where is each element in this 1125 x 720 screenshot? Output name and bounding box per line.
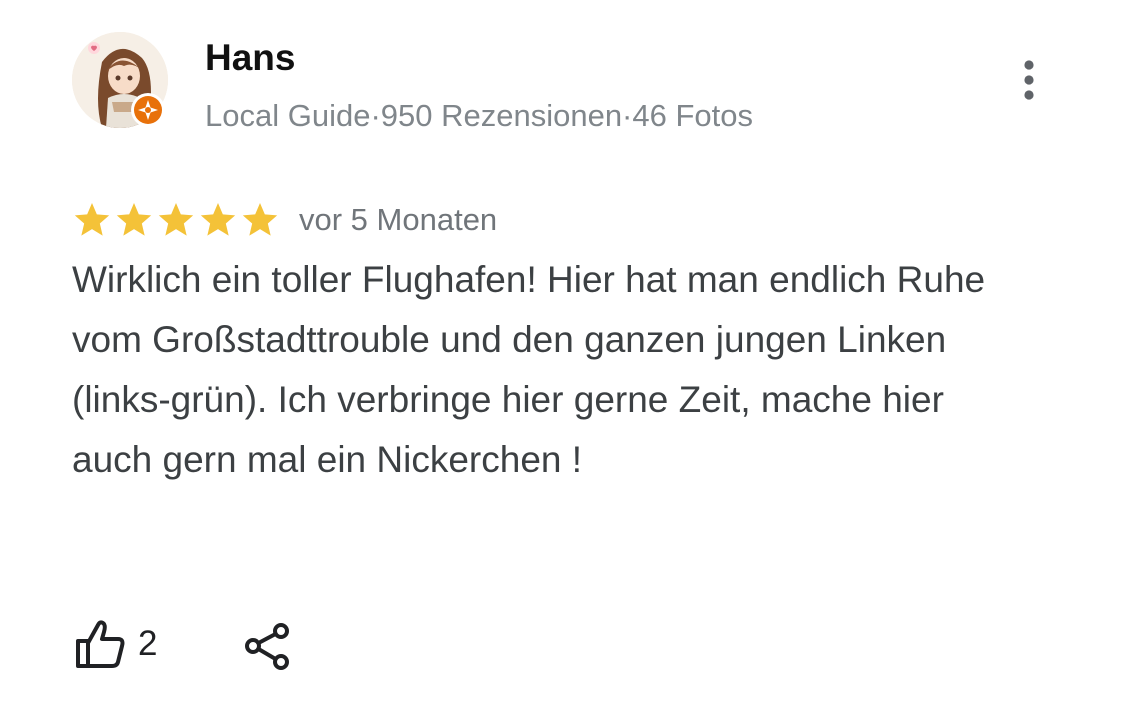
star-icon	[200, 203, 236, 236]
share-button[interactable]	[240, 618, 296, 674]
star-icon	[116, 203, 152, 236]
like-button[interactable]: 2	[72, 612, 157, 676]
like-count: 2	[138, 624, 158, 663]
star-icon	[158, 203, 194, 236]
review-date: vor 5 Monaten	[299, 202, 498, 237]
more-vert-icon	[1024, 60, 1034, 100]
reviewer-name[interactable]: Hans	[205, 36, 295, 80]
more-options-button[interactable]	[1007, 54, 1051, 106]
review-text: Wirklich ein toller Flughafen! Hier hat …	[72, 259, 986, 480]
reviewer-avatar[interactable]	[72, 32, 168, 128]
star-rating	[72, 200, 280, 240]
thumbs-up-icon	[76, 620, 125, 668]
reviewer-meta: Local Guide·950 Rezensionen·46 Fotos	[205, 98, 754, 133]
rating-row: vor 5 Monaten	[72, 197, 497, 243]
star-icon	[242, 203, 278, 236]
star-icon	[74, 203, 110, 236]
local-guide-badge-icon	[130, 92, 166, 128]
share-icon	[245, 623, 289, 670]
